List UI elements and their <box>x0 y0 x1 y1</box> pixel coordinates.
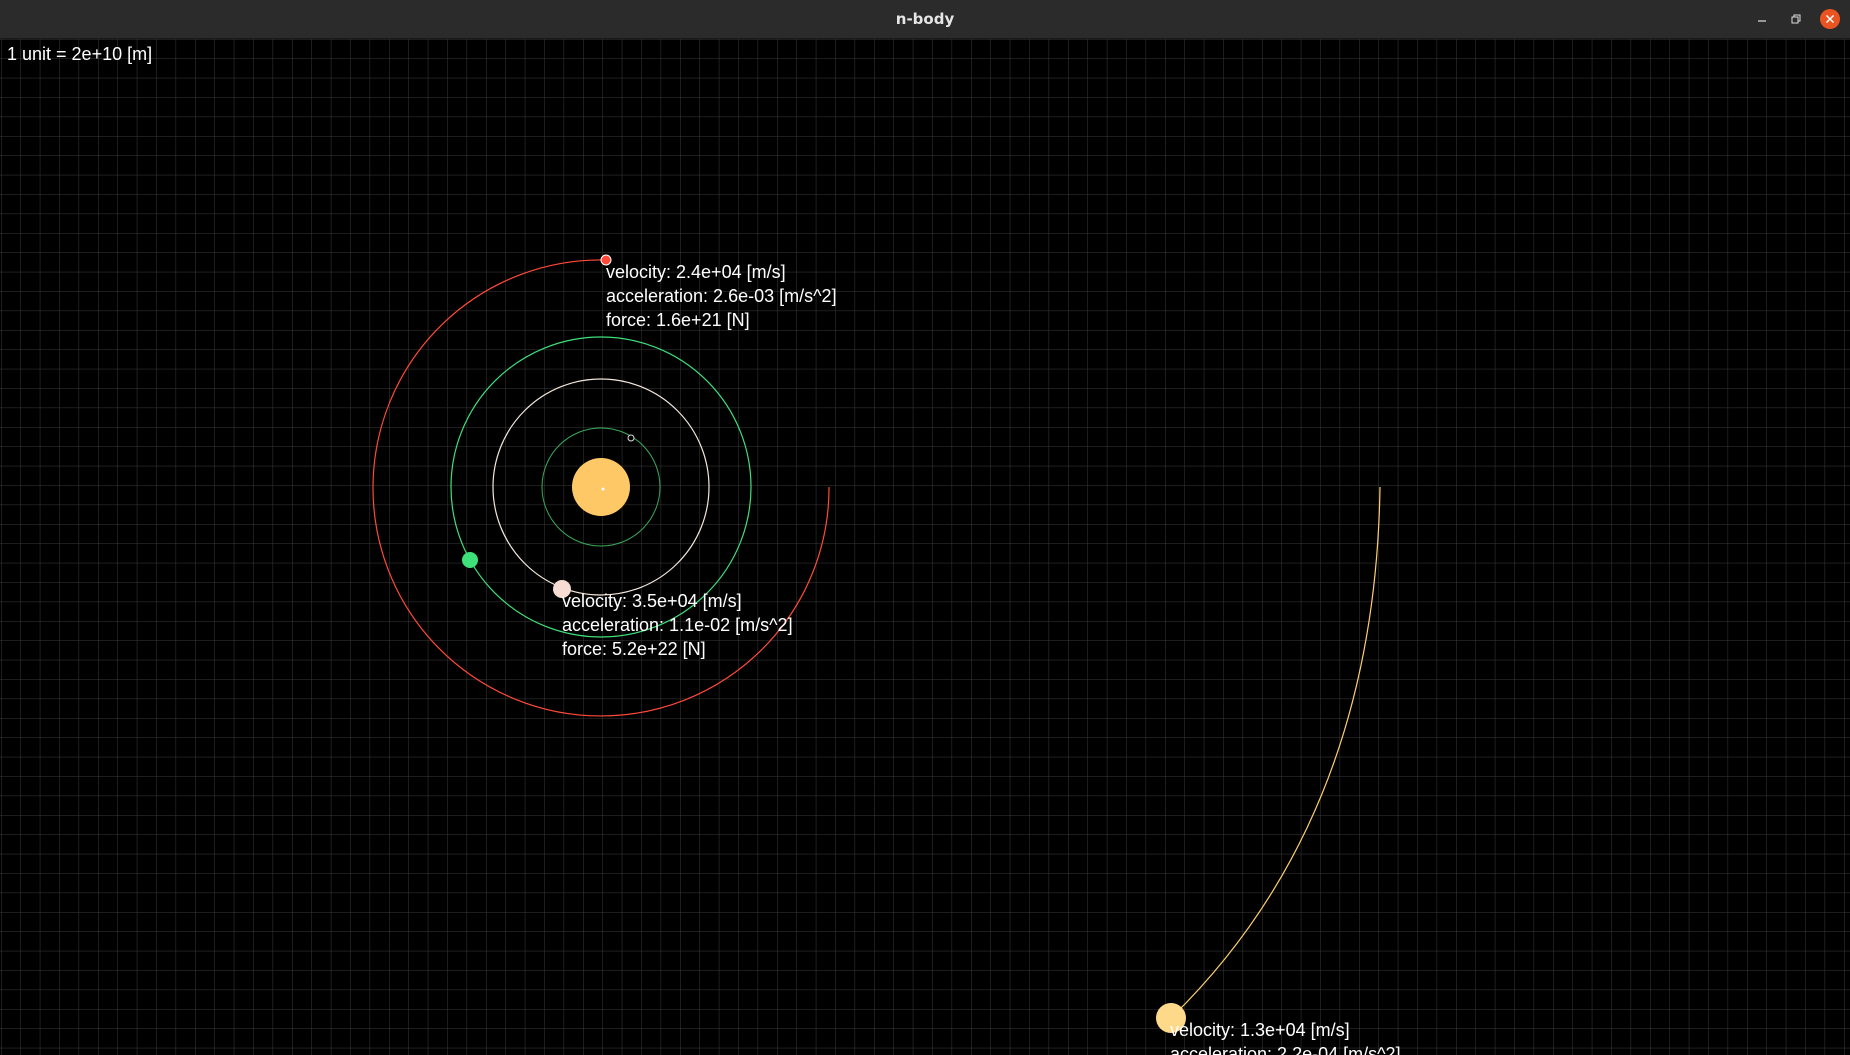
acceleration-readout: acceleration: 2.6e-03 [m/s^2] <box>606 286 837 306</box>
minimize-icon <box>1757 14 1767 24</box>
maximize-icon <box>1791 14 1801 24</box>
body-info-far: velocity: 1.3e+04 [m/s] acceleration: 2.… <box>1170 1018 1401 1055</box>
title-bar[interactable]: n-body <box>0 0 1850 39</box>
body-info-red: velocity: 2.4e+04 [m/s] acceleration: 2.… <box>606 260 837 332</box>
sun-center <box>601 487 605 491</box>
sun[interactable] <box>572 458 630 516</box>
scale-label: 1 unit = 2e+10 [m] <box>7 44 153 64</box>
body-inner[interactable] <box>627 434 635 442</box>
window-title: n-body <box>895 10 955 28</box>
close-icon <box>1825 14 1835 24</box>
simulation-canvas[interactable]: 1 unit = 2e+10 [m] velocity: 2.4e+04 [m/… <box>0 39 1850 1055</box>
acceleration-readout: acceleration: 1.1e-02 [m/s^2] <box>562 615 793 635</box>
velocity-readout: velocity: 1.3e+04 [m/s] <box>1170 1020 1350 1040</box>
simulation-scene <box>0 39 1850 1055</box>
close-button[interactable] <box>1820 9 1840 29</box>
body-info-white: velocity: 3.5e+04 [m/s] acceleration: 1.… <box>562 589 793 661</box>
grid <box>0 39 1850 1055</box>
force-readout: force: 1.6e+21 [N] <box>606 310 750 330</box>
acceleration-readout: acceleration: 2.2e-04 [m/s^2] <box>1170 1044 1401 1055</box>
velocity-readout: velocity: 2.4e+04 [m/s] <box>606 262 786 282</box>
velocity-readout: velocity: 3.5e+04 [m/s] <box>562 591 742 611</box>
minimize-button[interactable] <box>1752 9 1772 29</box>
body-green[interactable] <box>462 552 478 568</box>
app-window: n-body 1 unit = 2e+10 [m] velocity: 2.4e… <box>0 0 1850 1055</box>
force-readout: force: 5.2e+22 [N] <box>562 639 706 659</box>
maximize-button[interactable] <box>1786 9 1806 29</box>
